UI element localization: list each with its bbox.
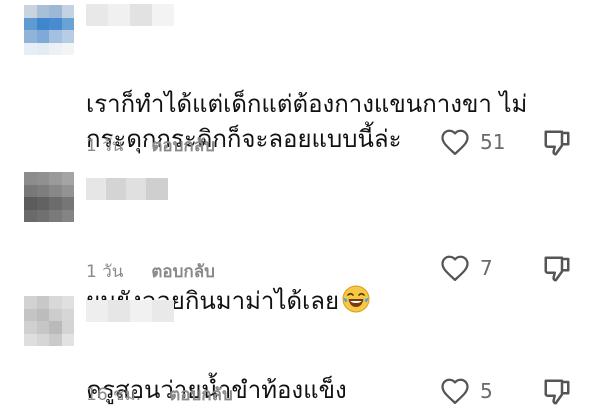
like-button[interactable]: 7 [440,254,493,282]
reply-button[interactable]: ตอบกลับ [151,258,215,285]
heart-icon[interactable] [440,254,470,282]
dislike-button[interactable] [542,377,572,411]
heart-icon[interactable] [440,128,470,156]
avatar[interactable] [24,296,74,346]
reply-button[interactable]: ตอบกลับ [169,381,233,408]
username-blurred[interactable] [86,178,168,200]
laughing-emoji-icon [341,249,371,324]
like-count: 7 [480,256,493,280]
thumbs-down-icon[interactable] [542,256,572,288]
avatar[interactable] [24,5,74,55]
like-button[interactable]: 51 [440,128,505,156]
comment-timestamp: 1 วัน [86,262,124,282]
username-blurred[interactable] [86,300,174,322]
comment-meta: 1 วัน ตอบกลับ [86,258,215,285]
username-blurred[interactable] [86,4,174,26]
thumbs-down-icon[interactable] [542,130,572,162]
comment-timestamp: 16 ชม. [86,385,142,405]
heart-icon[interactable] [440,377,470,405]
like-button[interactable]: 5 [440,377,493,405]
comment-meta: 1 วัน ตอบกลับ [86,132,215,159]
like-count: 51 [480,130,506,154]
reply-button[interactable]: ตอบกลับ [151,132,215,159]
like-count: 5 [480,379,493,403]
dislike-button[interactable] [542,254,572,288]
comment-meta: 16 ชม. ตอบกลับ [86,381,233,408]
thumbs-down-icon[interactable] [542,379,572,411]
comment-timestamp: 1 วัน [86,136,124,156]
dislike-button[interactable] [542,128,572,162]
avatar[interactable] [24,172,74,222]
